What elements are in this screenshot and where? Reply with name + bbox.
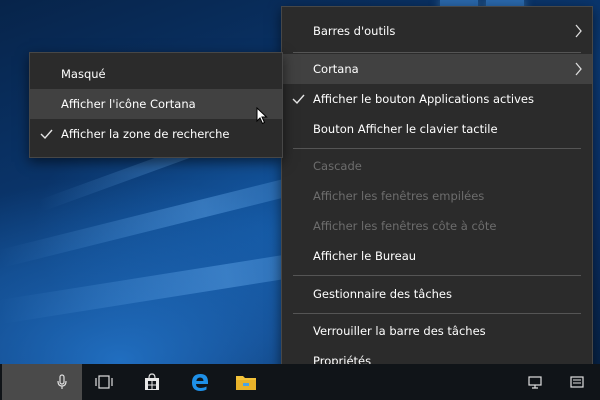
menu-separator xyxy=(293,275,581,276)
menu-item-label: Afficher l'icône Cortana xyxy=(61,97,196,111)
menu-item-cascade: Cascade xyxy=(282,151,592,181)
submenu-item-hidden[interactable]: Masqué xyxy=(30,59,282,89)
menu-item-label: Afficher les fenêtres empilées xyxy=(313,189,485,203)
chevron-right-icon xyxy=(575,24,582,38)
menu-item-show-task-view-button[interactable]: Afficher le bouton Applications actives xyxy=(282,84,592,114)
menu-item-label: Afficher les fenêtres côte à côte xyxy=(313,219,497,233)
menu-item-side-by-side-windows: Afficher les fenêtres côte à côte xyxy=(282,211,592,241)
menu-item-label: Afficher la zone de recherche xyxy=(61,127,230,141)
notifications-icon[interactable] xyxy=(562,364,592,400)
menu-item-lock-taskbar[interactable]: Verrouiller la barre des tâches xyxy=(282,316,592,346)
menu-item-label: Barres d'outils xyxy=(313,24,396,38)
taskbar xyxy=(0,364,600,400)
menu-item-label: Masqué xyxy=(61,67,106,81)
menu-item-label: Cortana xyxy=(313,62,359,76)
task-view-icon[interactable] xyxy=(84,364,124,400)
cortana-submenu: Masqué Afficher l'icône Cortana Afficher… xyxy=(29,52,283,158)
submenu-item-show-cortana-icon[interactable]: Afficher l'icône Cortana xyxy=(30,89,282,119)
menu-item-label: Verrouiller la barre des tâches xyxy=(313,324,486,338)
file-explorer-icon[interactable] xyxy=(226,364,266,400)
menu-item-stacked-windows: Afficher les fenêtres empilées xyxy=(282,181,592,211)
edge-icon[interactable] xyxy=(180,364,220,400)
menu-item-show-desktop[interactable]: Afficher le Bureau xyxy=(282,241,592,271)
checkmark-icon xyxy=(292,94,305,105)
microphone-icon[interactable] xyxy=(42,364,82,400)
submenu-item-show-search-box[interactable]: Afficher la zone de recherche xyxy=(30,119,282,149)
checkmark-icon xyxy=(40,129,53,140)
menu-item-label: Afficher le Bureau xyxy=(313,249,417,263)
menu-item-label: Bouton Afficher le clavier tactile xyxy=(313,122,498,136)
menu-separator xyxy=(293,148,581,149)
menu-separator xyxy=(293,52,581,53)
menu-item-touch-keyboard-button[interactable]: Bouton Afficher le clavier tactile xyxy=(282,114,592,144)
menu-item-toolbars[interactable]: Barres d'outils xyxy=(282,16,592,46)
store-icon[interactable] xyxy=(132,364,172,400)
taskbar-context-menu: Barres d'outils Cortana Afficher le bout… xyxy=(281,6,593,384)
menu-item-label: Cascade xyxy=(313,159,362,173)
menu-item-label: Afficher le bouton Applications actives xyxy=(313,92,534,106)
menu-separator xyxy=(293,313,581,314)
chevron-right-icon xyxy=(575,62,582,76)
menu-item-task-manager[interactable]: Gestionnaire des tâches xyxy=(282,279,592,309)
mouse-cursor-icon xyxy=(256,107,268,125)
menu-item-label: Gestionnaire des tâches xyxy=(313,287,452,301)
search-box[interactable] xyxy=(2,364,82,400)
network-icon[interactable] xyxy=(520,364,550,400)
menu-item-cortana[interactable]: Cortana xyxy=(282,54,592,84)
